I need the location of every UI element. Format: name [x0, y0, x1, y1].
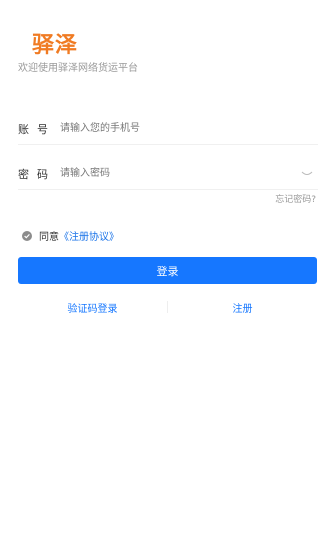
bottom-links: 验证码登录 注册 — [18, 298, 317, 316]
login-page: 驿泽 欢迎使用驿泽网络货运平台 账 号 密 码 忘记密码? 同意 《注册协议》 — [0, 0, 322, 547]
check-circle-icon[interactable] — [22, 230, 32, 241]
agreement-row: 同意 《注册协议》 — [22, 228, 119, 243]
forgot-password-link[interactable]: 忘记密码? — [275, 192, 316, 205]
welcome-text: 欢迎使用驿泽网络货运平台 — [18, 63, 138, 74]
password-field: 密 码 — [18, 158, 318, 190]
password-input[interactable] — [60, 163, 300, 184]
password-label-char-1: 密 — [18, 167, 29, 181]
account-label-char-2: 号 — [37, 122, 48, 136]
account-label-char-1: 账 — [18, 122, 29, 136]
password-label: 密 码 — [18, 166, 48, 182]
account-field: 账 号 — [18, 113, 318, 145]
eye-closed-icon[interactable] — [300, 167, 314, 181]
brand-logo: 驿泽 — [32, 33, 79, 58]
account-label: 账 号 — [18, 121, 48, 137]
agreement-prefix: 同意 — [39, 232, 59, 243]
login-button[interactable]: 登录 — [18, 257, 317, 284]
register-link[interactable]: 注册 — [168, 300, 317, 315]
agreement-link[interactable]: 《注册协议》 — [59, 228, 119, 243]
phone-input[interactable] — [60, 118, 318, 139]
code-login-link[interactable]: 验证码登录 — [18, 300, 167, 315]
password-label-char-2: 码 — [37, 167, 48, 181]
